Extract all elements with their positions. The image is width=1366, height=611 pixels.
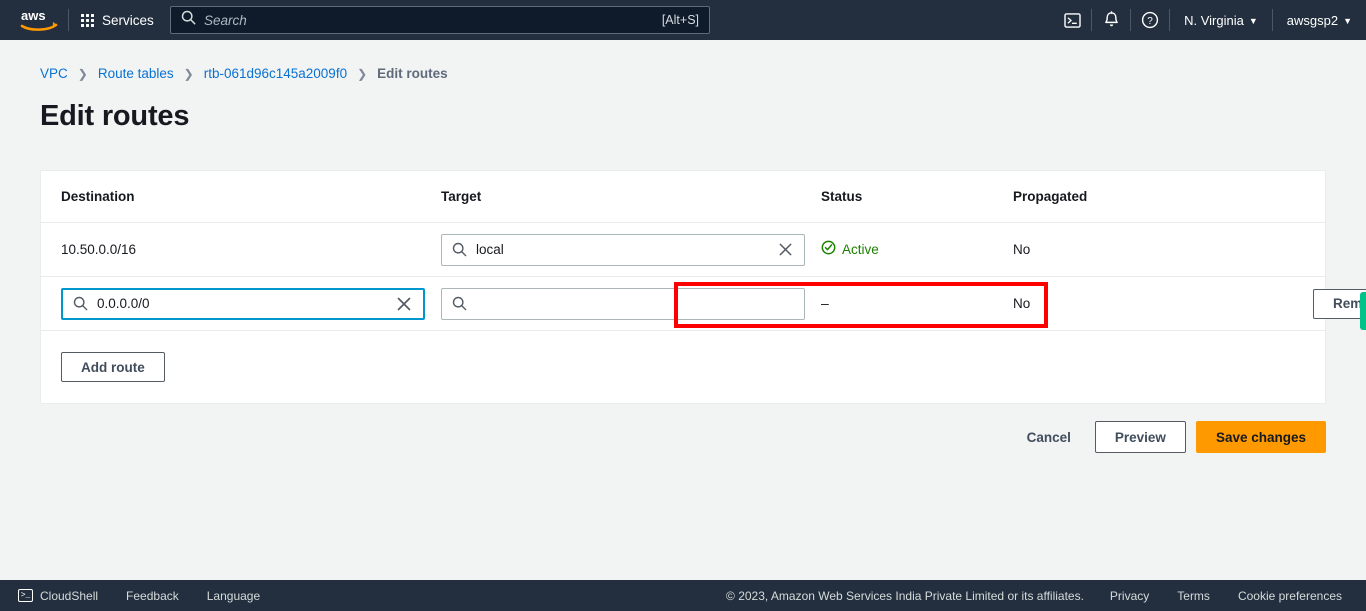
svg-text:?: ?: [1147, 16, 1153, 27]
breadcrumb-item-vpc[interactable]: VPC: [40, 66, 68, 81]
cancel-button[interactable]: Cancel: [1013, 421, 1085, 453]
help-icon[interactable]: ?: [1131, 0, 1169, 40]
footer-feedback-link[interactable]: Feedback: [112, 589, 193, 603]
row-propagated-value: No: [1013, 242, 1031, 257]
chevron-right-icon: ❯: [183, 66, 194, 81]
column-header-target: Target: [441, 189, 482, 204]
account-label: awsgsp2: [1286, 12, 1339, 28]
save-changes-button[interactable]: Save changes: [1195, 421, 1326, 453]
row-destination-text: 10.50.0.0/16: [61, 242, 137, 257]
region-selector[interactable]: N. Virginia ▼: [1170, 0, 1272, 40]
region-label: N. Virginia: [1184, 12, 1244, 28]
services-menu-button[interactable]: Services: [69, 0, 166, 40]
remove-route-button[interactable]: Remove: [1313, 288, 1366, 319]
page-title: Edit routes: [40, 100, 190, 132]
target-input-value-row-1: local: [476, 242, 504, 257]
table-row: 10.50.0.0/16 local Active No: [41, 223, 1325, 277]
footer-privacy-link[interactable]: Privacy: [1096, 589, 1163, 603]
column-header-destination: Destination: [61, 189, 135, 204]
breadcrumb-item-route-table-id[interactable]: rtb-061d96c145a2009f0: [204, 66, 347, 81]
row-status-cell: –: [821, 295, 1013, 313]
chevron-down-icon: ▼: [1343, 15, 1352, 26]
table-footer-row: Add route: [41, 331, 1325, 403]
global-search-bar[interactable]: Search [Alt+S]: [170, 6, 710, 34]
footer-cloudshell-label: CloudShell: [40, 588, 99, 603]
breadcrumb: VPC ❯ Route tables ❯ rtb-061d96c145a2009…: [40, 66, 448, 81]
target-input-row-1[interactable]: local: [441, 233, 805, 266]
search-shortcut-hint: [Alt+S]: [661, 13, 699, 27]
row-destination-cell: 0.0.0.0/0: [61, 287, 441, 320]
preview-button[interactable]: Preview: [1094, 421, 1186, 453]
footer-cloudshell-button[interactable]: >_ CloudShell: [14, 589, 112, 603]
column-header-status: Status: [821, 189, 863, 204]
search-icon: [73, 296, 88, 311]
top-navigation-bar: aws Services Search [Alt+S] ? N. Virgini…: [0, 0, 1366, 40]
footer-copyright: © 2023, Amazon Web Services India Privat…: [726, 588, 1084, 603]
row-propagated-value: No: [1013, 296, 1031, 311]
row-target-cell: local: [441, 233, 821, 266]
destination-input-row-2[interactable]: 0.0.0.0/0: [61, 287, 425, 320]
column-header-propagated: Propagated: [1013, 189, 1088, 204]
bell-icon[interactable]: [1092, 0, 1130, 40]
clear-icon[interactable]: [393, 293, 415, 315]
row-target-cell: [441, 287, 821, 320]
row-action-cell: Remove: [1193, 288, 1366, 319]
chevron-right-icon: ❯: [357, 66, 368, 81]
breadcrumb-item-edit-routes: Edit routes: [377, 66, 448, 81]
search-icon: [452, 242, 467, 257]
footer-cookie-preferences-link[interactable]: Cookie preferences: [1224, 589, 1356, 603]
services-label: Services: [102, 12, 154, 28]
cloudshell-icon[interactable]: [1053, 0, 1091, 40]
table-row: 0.0.0.0/0 – No Rem: [41, 277, 1366, 331]
status-placeholder: –: [821, 294, 829, 311]
row-status-cell: Active: [821, 240, 1013, 260]
breadcrumb-item-route-tables[interactable]: Route tables: [98, 66, 174, 81]
footer-bar: >_ CloudShell Feedback Language © 2023, …: [0, 580, 1366, 611]
chevron-right-icon: ❯: [77, 66, 88, 81]
nav-right-group: ? N. Virginia ▼ awsgsp2 ▼: [1053, 0, 1366, 40]
target-input-row-2[interactable]: [441, 287, 805, 320]
search-icon: [452, 296, 467, 311]
table-header-row: Destination Target Status Propagated: [41, 171, 1325, 223]
footer-left-group: >_ CloudShell Feedback Language: [0, 589, 274, 603]
status-badge: Active: [842, 242, 879, 257]
search-input[interactable]: Search: [204, 13, 662, 28]
account-menu[interactable]: awsgsp2 ▼: [1273, 0, 1366, 40]
aws-logo[interactable]: aws: [12, 0, 68, 40]
side-feedback-tab[interactable]: [1360, 292, 1366, 330]
check-circle-icon: [821, 240, 836, 260]
svg-text:aws: aws: [21, 8, 46, 23]
footer-right-group: © 2023, Amazon Web Services India Privat…: [726, 589, 1356, 603]
clear-icon[interactable]: [774, 239, 796, 261]
footer-language-link[interactable]: Language: [193, 589, 274, 603]
form-action-bar: Cancel Preview Save changes: [1013, 421, 1326, 453]
cloudshell-icon: >_: [18, 589, 33, 602]
destination-input-value-row-2: 0.0.0.0/0: [97, 296, 150, 311]
chevron-down-icon: ▼: [1248, 15, 1258, 26]
footer-terms-link[interactable]: Terms: [1163, 589, 1224, 603]
add-route-button[interactable]: Add route: [61, 352, 165, 382]
routes-table-card: Destination Target Status Propagated 10.…: [40, 170, 1366, 404]
grid-icon: [81, 13, 94, 27]
search-icon: [181, 10, 196, 30]
